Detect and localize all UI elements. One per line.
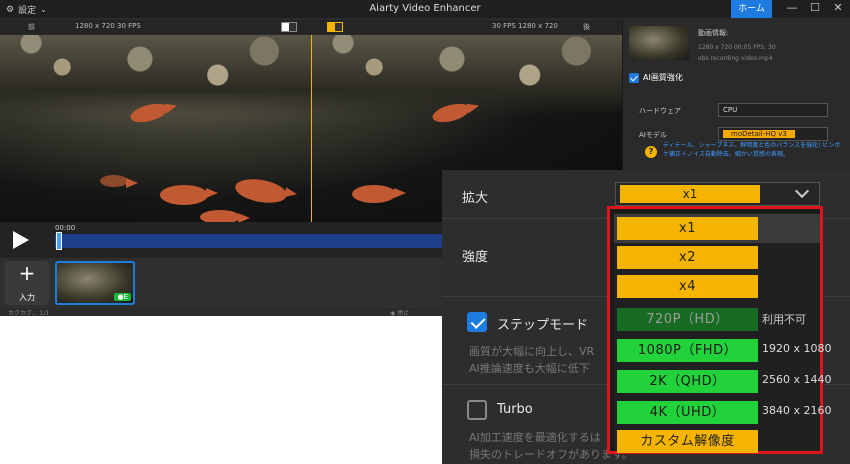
fish-image [100,175,138,188]
scale-dropdown-list: x1 x2 x4 720P（HD） 利用不可 1080P（FHD） 1920 x… [607,206,832,454]
before-preview [0,35,311,222]
before-label: 前 [28,23,35,31]
ai-model-select[interactable]: moDetail-HQ v3 [718,127,828,141]
option-x1[interactable]: x1 [614,214,820,243]
maximize-button[interactable]: ☐ [805,1,825,14]
title-bar: ⚙ 設定 ⌄ Aiarty Video Enhancer ホーム — ☐ ✕ [0,0,850,18]
scale-selected-value: x1 [620,185,760,203]
option-720p: 720P（HD） 利用不可 [614,305,820,334]
compare-header: 前 1280 x 720 30 FPS 30 FPS 1280 x 720 後 [0,20,622,34]
after-label: 後 [583,23,590,31]
settings-label: 設定 [18,6,37,16]
option-label: x2 [617,246,758,269]
app-title: Aiarty Video Enhancer [369,3,481,14]
close-button[interactable]: ✕ [828,1,848,14]
option-label: 720P（HD） [617,308,758,331]
ai-model-value: moDetail-HQ v3 [723,130,795,138]
fish-image [200,210,250,222]
hardware-label: ハードウェア [639,107,681,115]
option-2k[interactable]: 2K（QHD） 2560 x 1440 [614,367,832,396]
option-unavailable-label: 利用不可 [762,313,806,326]
ai-enhance-checkbox[interactable] [629,72,639,83]
video-file-name: obs recording video.mp4 [698,55,773,62]
option-custom-resolution[interactable]: カスタム解像度 [614,427,820,456]
side-by-side-icon[interactable] [327,22,343,32]
option-resolution: 2560 x 1440 [762,373,832,386]
turbo-label: Turbo [497,402,533,417]
add-input-label: 入力 [19,293,35,302]
status-right[interactable]: ◉ 停止 [390,308,409,317]
option-label: 4K（UHD） [617,401,758,424]
dropdown-options: x1 x2 x4 720P（HD） 利用不可 1080P（FHD） 1920 x… [614,213,832,453]
gear-icon: ⚙ [6,4,15,15]
add-input-button[interactable]: + 入力 [5,261,49,305]
option-label: カスタム解像度 [617,430,758,453]
option-resolution: 1920 x 1080 [762,342,832,355]
option-x4[interactable]: x4 [614,272,820,301]
option-4k[interactable]: 4K（UHD） 3840 x 2160 [614,398,832,427]
strength-label: 強度 [462,250,489,265]
scale-label: 拡大 [462,191,489,206]
scale-select[interactable]: x1 [615,182,820,206]
after-info: 30 FPS 1280 x 720 [492,22,558,30]
step-mode-label: ステップモード [497,318,589,333]
option-label: x1 [617,217,758,240]
video-clip-thumbnail[interactable]: ●E [55,261,135,305]
fish-image [233,175,289,207]
step-mode-checkbox[interactable] [467,312,487,332]
video-thumbnail [629,26,689,60]
current-time: 00:00 [55,224,76,232]
fish-image [352,185,406,203]
ai-enhance-label: AI画質強化 [643,73,683,82]
option-label: 2K（QHD） [617,370,758,393]
option-resolution: 3840 x 2160 [762,404,832,417]
option-label: x4 [617,275,758,298]
video-info-title: 動画情報: [698,29,729,37]
ai-enhance-toggle[interactable]: AI画質強化 [629,72,683,83]
home-button[interactable]: ホーム [731,0,772,18]
step-mode-note-line1: 画質が大幅に向上し、VR [469,345,595,358]
split-view-icon[interactable] [281,22,297,32]
option-x2[interactable]: x2 [614,243,820,272]
plus-icon: + [18,261,36,285]
minimize-button[interactable]: — [782,1,802,14]
turbo-note-line1: AI加工速度を最適化するは [469,431,601,444]
enhance-badge: ●E [114,293,131,301]
help-icon[interactable]: ? [645,146,657,158]
fish-image [160,185,218,205]
playhead-handle[interactable] [56,232,62,250]
chevron-down-icon: ⌄ [40,5,47,14]
video-info-meta: 1280 x 720 00:05 FPS: 30 [698,44,776,51]
status-left: カクカク... 1/1 [8,310,50,317]
step-mode-note-line2: AI推論速度も大幅に低下 [469,362,590,375]
before-info: 1280 x 720 30 FPS [75,22,141,30]
option-1080p[interactable]: 1080P（FHD） 1920 x 1080 [614,336,832,365]
hardware-select[interactable]: CPU [718,103,828,117]
settings-menu[interactable]: ⚙ 設定 ⌄ [6,3,47,17]
ai-model-label: AIモデル [639,131,667,139]
turbo-checkbox[interactable] [467,400,487,420]
play-button[interactable] [6,227,32,253]
model-description: ディテール、シャープネス、鮮明度と色のバランスを強化! ビンボケ補正＋ノイズ自動… [663,142,841,158]
option-label: 1080P（FHD） [617,339,758,362]
